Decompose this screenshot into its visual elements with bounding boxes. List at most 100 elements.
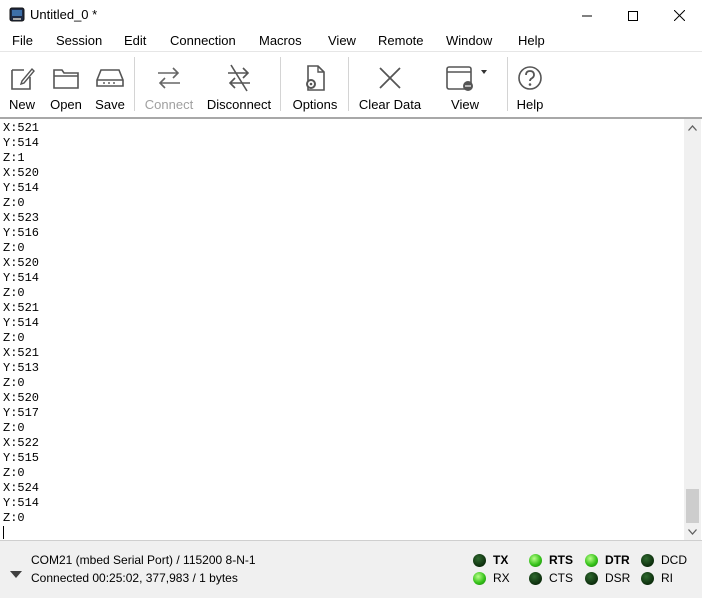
signal-cts: CTS	[529, 571, 573, 585]
menu-bar: File Session Edit Connection Macros View…	[0, 31, 702, 51]
disconnect-icon	[225, 60, 253, 96]
signal-rx: RX	[473, 571, 510, 585]
port-settings-text: COM21 (mbed Serial Port) / 115200 8-N-1	[31, 553, 256, 567]
menu-view[interactable]: View	[328, 33, 356, 48]
terminal-line: Y:515	[3, 451, 40, 465]
terminal-line: Z:0	[3, 196, 25, 210]
options-document-gear-icon	[302, 60, 328, 96]
signal-dsr: DSR	[585, 571, 630, 585]
dsr-led-icon	[585, 571, 598, 585]
minimize-icon	[582, 15, 592, 16]
terminal-line: X:524	[3, 481, 40, 495]
app-icon	[9, 7, 25, 23]
signal-dtr: DTR	[585, 553, 630, 567]
signal-ri: RI	[641, 571, 673, 585]
tx-led-icon	[473, 553, 486, 567]
terminal-line: Z:0	[3, 511, 25, 525]
disk-drive-icon	[95, 60, 125, 96]
clear-x-icon	[377, 60, 403, 96]
save-button[interactable]: Save	[91, 52, 129, 116]
rts-led-icon	[529, 553, 542, 567]
terminal-line: Y:516	[3, 226, 40, 240]
terminal-line: X:520	[3, 391, 40, 405]
disconnect-label: Disconnect	[206, 97, 272, 112]
clear-data-label: Clear Data	[358, 97, 422, 112]
menu-edit[interactable]: Edit	[124, 33, 146, 48]
vertical-scrollbar[interactable]	[684, 119, 701, 540]
options-button[interactable]: Options	[288, 52, 342, 116]
clear-data-button[interactable]: Clear Data	[356, 52, 424, 116]
dcd-led-icon	[641, 553, 654, 567]
menu-file[interactable]: File	[12, 33, 33, 48]
terminal-line: X:523	[3, 211, 40, 225]
save-label: Save	[95, 97, 125, 112]
close-button[interactable]	[656, 0, 702, 31]
scrollbar-thumb[interactable]	[686, 489, 699, 523]
open-button[interactable]: Open	[46, 52, 86, 116]
close-icon	[673, 10, 685, 21]
folder-icon	[52, 60, 80, 96]
toolbar-separator	[280, 57, 281, 111]
menu-connection[interactable]: Connection	[170, 33, 236, 48]
help-label: Help	[516, 97, 544, 112]
terminal-output[interactable]: X:521 Y:514 Z:1 X:520 Y:514 Z:0 X:523 Y:516 Z:0 X…	[0, 119, 684, 540]
view-window-icon	[443, 60, 487, 96]
dcd-label: DCD	[661, 553, 687, 567]
new-document-icon	[9, 60, 35, 96]
menu-macros[interactable]: Macros	[259, 33, 302, 48]
terminal-line: Y:513	[3, 361, 40, 375]
terminal-line: Y:514	[3, 316, 40, 330]
terminal-line: X:521	[3, 301, 40, 315]
terminal-line: X:522	[3, 436, 40, 450]
menu-remote[interactable]: Remote	[378, 33, 424, 48]
title-bar: Untitled_0 *	[0, 0, 702, 31]
menu-window[interactable]: Window	[446, 33, 492, 48]
terminal-line: X:520	[3, 166, 40, 180]
terminal-line: Z:0	[3, 421, 25, 435]
help-button[interactable]: Help	[512, 52, 548, 116]
cts-led-icon	[529, 571, 542, 585]
dsr-label: DSR	[605, 571, 631, 585]
connection-status-text: Connected 00:25:02, 377,983 / 1 bytes	[31, 571, 238, 585]
terminal-line: Y:517	[3, 406, 40, 420]
signal-tx: TX	[473, 553, 508, 567]
scroll-up-arrow-icon[interactable]	[684, 119, 701, 136]
cts-label: CTS	[549, 571, 573, 585]
help-question-icon	[516, 60, 544, 96]
scroll-down-arrow-icon[interactable]	[684, 523, 701, 540]
terminal-line: Y:514	[3, 271, 40, 285]
toolbar: New Open Save Connect Disconnect Options	[0, 51, 702, 117]
collapse-triangle-icon[interactable]	[10, 566, 22, 581]
menu-help[interactable]: Help	[518, 33, 545, 48]
terminal-line: Z:0	[3, 241, 25, 255]
terminal-line: Y:514	[3, 136, 40, 150]
terminal-line: Z:0	[3, 376, 25, 390]
signal-dcd: DCD	[641, 553, 687, 567]
options-label: Options	[292, 97, 338, 112]
menu-session[interactable]: Session	[56, 33, 102, 48]
maximize-icon	[628, 10, 638, 21]
terminal-line: Z:1	[3, 151, 25, 165]
open-label: Open	[50, 97, 82, 112]
toolbar-separator	[507, 57, 508, 111]
minimize-button[interactable]	[564, 0, 610, 31]
new-button[interactable]: New	[4, 52, 40, 116]
status-bar: COM21 (mbed Serial Port) / 115200 8-N-1 …	[0, 541, 702, 598]
terminal-line: X:521	[3, 346, 40, 360]
maximize-button[interactable]	[610, 0, 656, 31]
disconnect-button[interactable]: Disconnect	[205, 52, 273, 116]
terminal-line: Y:514	[3, 496, 40, 510]
terminal-line: Z:0	[3, 466, 25, 480]
terminal-line: X:520	[3, 256, 40, 270]
terminal-line: Z:0	[3, 286, 25, 300]
toolbar-separator	[348, 57, 349, 111]
dtr-label: DTR	[605, 553, 630, 567]
signal-rts: RTS	[529, 553, 573, 567]
connect-button[interactable]: Connect	[142, 52, 196, 116]
rx-label: RX	[493, 571, 510, 585]
terminal-lines: X:521 Y:514 Z:1 X:520 Y:514 Z:0 X:523 Y:516 Z:0 X…	[3, 121, 39, 526]
window-title: Untitled_0 *	[30, 7, 98, 22]
rx-led-icon	[473, 571, 486, 585]
view-button[interactable]: View	[440, 52, 490, 116]
tx-label: TX	[493, 553, 509, 567]
